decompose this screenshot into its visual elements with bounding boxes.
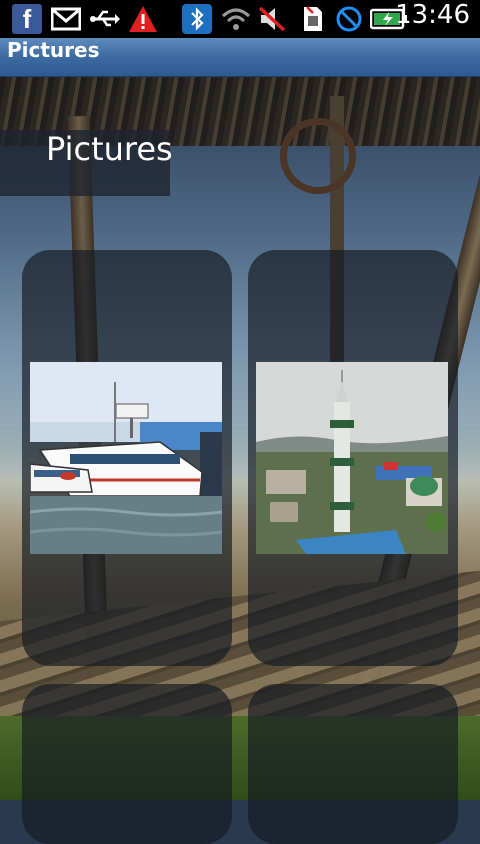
sim-icon: [300, 4, 326, 34]
mosque-photo[interactable]: [256, 362, 448, 554]
title-bar: Pictures: [0, 38, 480, 77]
section-header: Pictures: [0, 130, 173, 196]
bluetooth-icon: [182, 4, 212, 34]
no-signal-icon: [334, 4, 364, 34]
usb-icon[interactable]: [88, 4, 122, 34]
window-title: Pictures: [7, 38, 100, 62]
gallery-tile[interactable]: [22, 684, 232, 844]
gallery-tile[interactable]: [248, 684, 458, 844]
facebook-icon[interactable]: f: [12, 4, 42, 34]
status-bar: f 13:46: [0, 0, 480, 38]
wifi-icon: [220, 4, 252, 34]
status-clock: 13:46: [395, 0, 470, 30]
ferry-photo[interactable]: [30, 362, 222, 554]
section-title: Pictures: [46, 130, 173, 168]
mute-icon: [256, 4, 288, 34]
gmail-icon[interactable]: [50, 4, 82, 34]
warning-icon[interactable]: [128, 4, 158, 34]
